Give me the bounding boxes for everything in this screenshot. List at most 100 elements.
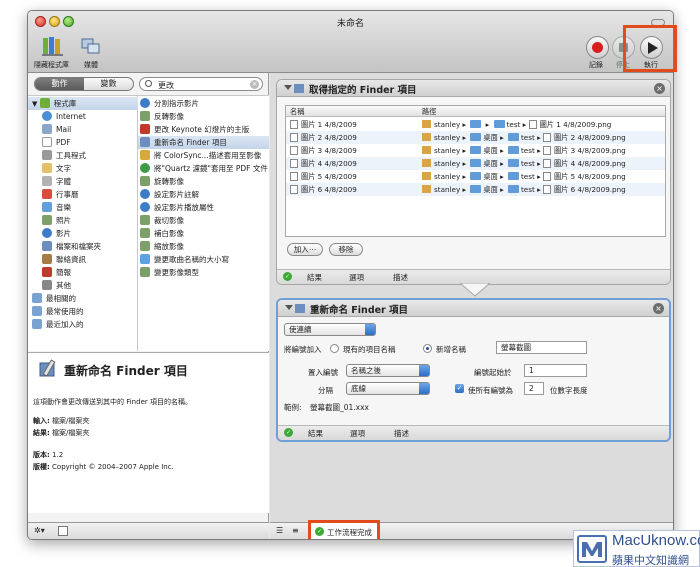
- category-internet[interactable]: Internet: [42, 110, 86, 123]
- category-movies[interactable]: 影片: [42, 227, 71, 240]
- list-view-icon[interactable]: ☰: [276, 526, 283, 535]
- action-header: 重新命名 Finder 項目 ×: [278, 300, 669, 317]
- item-name: 圖片 4 4/8/2009: [301, 159, 357, 168]
- action-item[interactable]: 設定影片播放屬性: [140, 201, 267, 214]
- item-name: 圖片 1 4/8/2009: [301, 120, 357, 129]
- existing-name-label: 現有的項目名稱: [343, 345, 396, 354]
- close-action-icon[interactable]: ×: [654, 83, 665, 94]
- results-tab[interactable]: 結果: [308, 428, 323, 439]
- file-icon: [542, 185, 551, 194]
- description-title: 重新命名 Finder 項目: [64, 364, 188, 378]
- description-tab[interactable]: 描述: [394, 428, 409, 439]
- record-button[interactable]: [586, 36, 609, 59]
- result-value: 檔案/檔案夾: [52, 429, 90, 437]
- table-row[interactable]: 圖片 3 4/8/2009 stanley ▸ 桌面 ▸ test ▸ 圖片 3 …: [286, 144, 665, 157]
- gear-menu-icon[interactable]: ✲▾: [34, 526, 45, 535]
- description-toggle-icon[interactable]: [58, 526, 68, 536]
- category-presentation[interactable]: 簡報: [42, 266, 71, 279]
- category-label: 字體: [56, 177, 71, 186]
- folder-icon: [493, 120, 505, 128]
- tab-variables[interactable]: 變數: [84, 78, 133, 90]
- category-fonts[interactable]: 字體: [42, 175, 71, 188]
- category-text[interactable]: 文字: [42, 162, 71, 175]
- category-calendar[interactable]: 行事曆: [42, 188, 79, 201]
- disclosure-triangle-icon[interactable]: [284, 85, 292, 90]
- column-path-header[interactable]: 路徑: [422, 107, 436, 117]
- action-item[interactable]: 分割指示影片: [140, 97, 267, 110]
- library-search-field[interactable]: 更改 ×: [139, 77, 263, 91]
- start-number-field[interactable]: 1: [524, 364, 587, 377]
- table-row[interactable]: 圖片 5 4/8/2009 stanley ▸ 桌面 ▸ test ▸ 圖片 5 …: [286, 170, 665, 183]
- table-row[interactable]: 圖片 2 4/8/2009 stanley ▸ 桌面 ▸ test ▸ 圖片 2 …: [286, 131, 665, 144]
- separator-popup[interactable]: 底線: [346, 382, 430, 395]
- column-name-header[interactable]: 名稱: [290, 107, 304, 117]
- table-row[interactable]: 圖片 6 4/8/2009 stanley ▸ 桌面 ▸ test ▸ 圖片 6 …: [286, 183, 665, 196]
- action-item[interactable]: 補白影像: [140, 227, 267, 240]
- action-item[interactable]: 設定影片註解: [140, 188, 267, 201]
- category-pdf[interactable]: PDF: [42, 136, 71, 149]
- library-toolbar-icon[interactable]: [42, 35, 64, 59]
- existing-name-radio[interactable]: [330, 344, 339, 353]
- rename-mode-popup[interactable]: 使連續: [284, 323, 376, 336]
- description-tab[interactable]: 描述: [393, 272, 408, 283]
- options-tab[interactable]: 選項: [350, 428, 365, 439]
- new-name-radio[interactable]: [423, 344, 432, 353]
- finder-rename-icon: [39, 359, 56, 377]
- success-icon: ✓: [284, 428, 293, 437]
- category-photos[interactable]: 照片: [42, 214, 71, 227]
- category-recently-added[interactable]: 最近加入的: [32, 318, 84, 331]
- table-row[interactable]: 圖片 1 4/8/2009 stanley ▸ ▸ test ▸ 圖片 1 4/8…: [286, 118, 665, 131]
- library-bottom-bar: ✲▾: [28, 522, 269, 539]
- get-finder-items-action: 取得指定的 Finder 項目 × 名稱 路徑 圖片 1 4/8/2009 sta…: [276, 79, 671, 285]
- category-music[interactable]: 音樂: [42, 201, 71, 214]
- action-footer: ✓ 結果 選項 描述: [278, 425, 669, 440]
- category-most-used[interactable]: 最常使用的: [32, 305, 84, 318]
- action-item[interactable]: 反轉影像: [140, 110, 267, 123]
- action-item-selected[interactable]: 重新命名 Finder 項目: [138, 136, 269, 149]
- movie-icon: [42, 228, 52, 238]
- table-row[interactable]: 圖片 4 4/8/2009 stanley ▸ 桌面 ▸ test ▸ 圖片 4 …: [286, 157, 665, 170]
- home-folder-icon: [422, 185, 431, 193]
- category-label: 最近加入的: [46, 320, 84, 329]
- results-tab[interactable]: 結果: [307, 272, 322, 283]
- place-number-popup[interactable]: 名稱之後: [346, 364, 430, 377]
- action-item[interactable]: 旋轉影像: [140, 175, 267, 188]
- disclosure-triangle-icon[interactable]: [285, 305, 293, 310]
- category-contacts[interactable]: 聯絡資訊: [42, 253, 86, 266]
- action-item[interactable]: 變更影像類型: [140, 266, 267, 279]
- category-library[interactable]: ▼ 程式庫: [28, 97, 138, 110]
- itunes-icon: [140, 254, 150, 264]
- action-item[interactable]: 縮放影像: [140, 240, 267, 253]
- category-other[interactable]: 其他: [42, 279, 71, 292]
- options-tab[interactable]: 選項: [349, 272, 364, 283]
- action-label: 重新命名 Finder 項目: [154, 138, 227, 147]
- tab-actions[interactable]: 動作: [35, 78, 84, 90]
- remove-items-button[interactable]: 移除: [329, 243, 363, 256]
- media-toolbar-icon[interactable]: [80, 35, 102, 59]
- category-most-relevant[interactable]: 最相關的: [32, 292, 76, 305]
- category-label: 最常使用的: [46, 307, 84, 316]
- clear-search-icon[interactable]: ×: [250, 80, 259, 89]
- log-view-icon[interactable]: ≡: [292, 526, 299, 535]
- category-label: 聯絡資訊: [56, 255, 86, 264]
- path-cell: stanley ▸ ▸ test ▸ 圖片 1 4/8/2009.png: [422, 120, 611, 130]
- same-length-checkbox[interactable]: ✓: [455, 384, 464, 393]
- close-action-icon[interactable]: ×: [653, 303, 664, 314]
- media-toolbar-label: 媒體: [84, 61, 98, 69]
- folder-icon: [507, 146, 519, 154]
- action-item[interactable]: 裁切影像: [140, 214, 267, 227]
- category-files-folders[interactable]: 檔案和檔案夾: [42, 240, 101, 253]
- action-item[interactable]: 變更歌曲名稱的大小寫: [140, 253, 267, 266]
- add-items-button[interactable]: 加入⋯: [287, 243, 323, 256]
- action-label: 變更歌曲名稱的大小寫: [154, 255, 229, 264]
- new-name-field[interactable]: 螢幕截圖: [496, 341, 587, 354]
- action-item[interactable]: 更改 Keynote 幻燈片的主版: [140, 123, 267, 136]
- action-item[interactable]: 將 ColorSync...描述套用至影像: [140, 149, 267, 162]
- search-input[interactable]: 更改: [158, 80, 174, 91]
- digits-field[interactable]: 2: [524, 382, 544, 395]
- path-folder: 桌面: [483, 133, 498, 142]
- action-item[interactable]: 將"Quartz 濾鏡"套用至 PDF 文件: [140, 162, 268, 175]
- category-utilities[interactable]: 工具程式: [42, 149, 86, 162]
- category-mail[interactable]: Mail: [42, 123, 71, 136]
- library-segmented-control[interactable]: 動作 變數: [34, 77, 134, 91]
